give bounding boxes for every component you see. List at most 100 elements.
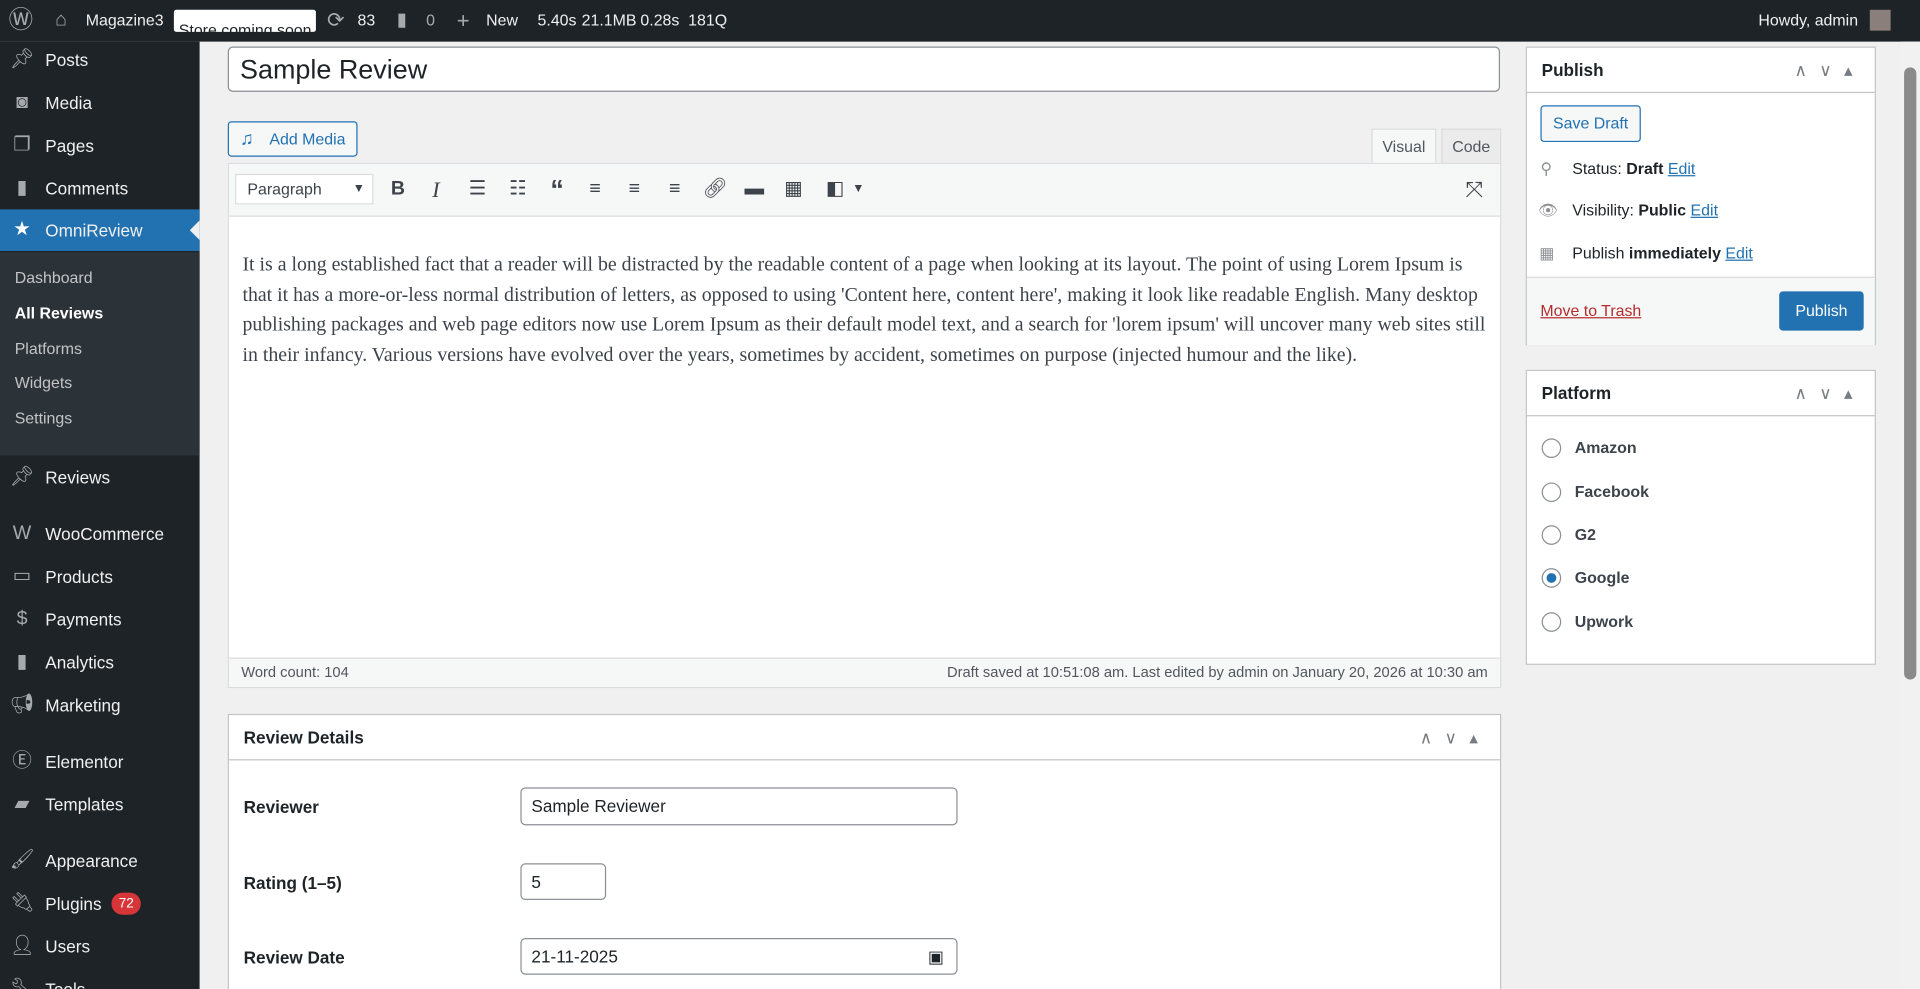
pages-icon: ❐: [13, 134, 31, 156]
perf-queries[interactable]: 181Q: [688, 0, 727, 42]
sidebar-item-products[interactable]: ▭ Products: [0, 556, 200, 598]
sidebar-item-analytics[interactable]: ▮ Analytics: [0, 642, 200, 684]
fullscreen-icon[interactable]: ⤧: [1461, 176, 1488, 203]
store-coming-soon-badge[interactable]: Store coming soon: [173, 9, 317, 39]
sidebar-item-marketing[interactable]: 📢︎ Marketing: [0, 684, 200, 726]
sidebar-item-templates[interactable]: ▰ Templates: [0, 784, 200, 826]
brush-icon: 🖌︎: [9, 849, 35, 871]
eye-icon: 👁︎: [1537, 200, 1559, 220]
megaphone-icon: 📢︎: [9, 694, 35, 716]
folder-icon: ▰: [14, 793, 30, 815]
plus-icon[interactable]: +: [457, 0, 470, 42]
comments-icon[interactable]: ▮: [397, 0, 407, 42]
reviewer-input[interactable]: Sample Reviewer: [520, 787, 958, 826]
box-controls[interactable]: ∧∨▴: [1794, 371, 1864, 415]
sidebar-item-label: Marketing: [45, 695, 121, 716]
edit-status-link[interactable]: Edit: [1668, 159, 1695, 177]
post-title-input[interactable]: [227, 46, 1501, 92]
sidebar-item-appearance[interactable]: 🖌︎ Appearance: [0, 840, 200, 882]
read-more-icon[interactable]: ▬: [741, 176, 768, 203]
updates-count[interactable]: 83: [358, 0, 376, 42]
scrollbar-thumb[interactable]: [1904, 67, 1917, 680]
review-details-box: Review Details ∧∨▴ Reviewer Sample Review…: [227, 713, 1502, 989]
submenu-item-dashboard[interactable]: Dashboard: [15, 268, 93, 286]
active-indicator-icon: [180, 220, 200, 241]
submenu-item-settings[interactable]: Settings: [15, 409, 73, 427]
align-right-icon[interactable]: ≡: [661, 176, 688, 203]
calendar-icon: ▦: [1539, 243, 1555, 263]
comments-count[interactable]: 0: [426, 0, 435, 42]
wordpress-logo-icon[interactable]: Ⓦ: [9, 0, 33, 42]
platform-radio-google[interactable]: [1541, 568, 1562, 588]
add-media-button[interactable]: ♫ Add Media: [227, 121, 358, 157]
dollar-icon: $: [16, 608, 28, 630]
submenu-item-widgets[interactable]: Widgets: [15, 373, 73, 391]
avatar[interactable]: [1869, 9, 1891, 31]
sidebar-item-plugins[interactable]: 🔌︎ Plugins 72: [0, 883, 200, 925]
status-value: Draft: [1626, 159, 1664, 178]
format-value: Paragraph: [247, 180, 322, 199]
box-controls[interactable]: ∧∨▴: [1420, 715, 1490, 759]
tab-visual[interactable]: Visual: [1371, 128, 1437, 165]
scrollbar[interactable]: [1900, 41, 1920, 989]
plugins-update-badge: 72: [111, 892, 142, 915]
link-icon[interactable]: 🔗︎: [702, 176, 729, 203]
platform-radio-g2[interactable]: [1541, 525, 1562, 545]
submenu-item-all-reviews[interactable]: All Reviews: [15, 304, 103, 322]
move-to-trash-link[interactable]: Move to Trash: [1540, 301, 1641, 319]
platform-label[interactable]: G2: [1575, 525, 1596, 543]
platform-label[interactable]: Facebook: [1575, 482, 1649, 500]
sidebar-item-posts[interactable]: 📌︎ Posts: [0, 39, 200, 81]
sidebar-item-label: Posts: [45, 50, 89, 70]
editor-toolbar: Paragraph ▼ B I ☰ ☷ “ ≡ ≡ ≡ 🔗︎ ▬ ▦ ◧ ▼ ⤧: [228, 164, 1501, 217]
review-date-input[interactable]: 21-11-2025 ▣: [520, 937, 958, 975]
platform-radio-upwork[interactable]: [1541, 612, 1562, 632]
howdy-link[interactable]: Howdy, admin: [1758, 0, 1858, 42]
editor-content[interactable]: It is a long established fact that a rea…: [242, 250, 1491, 370]
edit-visibility-link[interactable]: Edit: [1691, 201, 1718, 219]
sidebar-item-pages[interactable]: ❐ Pages: [0, 125, 200, 167]
save-draft-button[interactable]: Save Draft: [1540, 105, 1641, 143]
align-center-icon[interactable]: ≡: [621, 176, 648, 203]
rating-input[interactable]: 5: [520, 863, 607, 901]
perf-time[interactable]: 5.40s: [538, 0, 577, 42]
sidebar-item-payments[interactable]: $ Payments: [0, 599, 200, 641]
tab-code[interactable]: Code: [1441, 128, 1502, 165]
platform-box: Platform ∧∨▴ Amazon Facebook G2 Google Upwork: [1525, 369, 1876, 665]
bold-icon[interactable]: B: [384, 176, 411, 203]
perf-memory[interactable]: 21.1MB: [582, 0, 637, 42]
platform-radio-amazon[interactable]: [1541, 438, 1562, 458]
sidebar-item-woocommerce[interactable]: W WooCommerce: [0, 513, 200, 555]
submenu-item-platforms[interactable]: Platforms: [15, 339, 82, 357]
format-select[interactable]: Paragraph ▼: [235, 173, 374, 205]
toolbar-toggle-icon[interactable]: ▦: [780, 176, 807, 203]
new-link[interactable]: New: [486, 0, 518, 42]
chevron-down-icon[interactable]: ▼: [845, 176, 872, 203]
sidebar-item-omnireview[interactable]: ★ OmniReview: [0, 209, 200, 252]
perf-query-time[interactable]: 0.28s: [640, 0, 679, 42]
updates-icon[interactable]: ⟳: [327, 0, 344, 42]
italic-icon[interactable]: I: [422, 176, 449, 203]
bullet-list-icon[interactable]: ☰: [464, 176, 491, 203]
sidebar-item-users[interactable]: 👤︎ Users: [0, 926, 200, 968]
align-left-icon[interactable]: ≡: [582, 176, 609, 203]
sidebar-item-label: Plugins: [45, 893, 102, 914]
numbered-list-icon[interactable]: ☷: [504, 176, 531, 203]
sidebar-item-elementor[interactable]: Ⓔ Elementor: [0, 741, 200, 783]
publish-button[interactable]: Publish: [1779, 291, 1864, 331]
sidebar-item-tools[interactable]: 🔧︎ Tools: [0, 969, 200, 989]
box-controls[interactable]: ∧∨▴: [1794, 48, 1864, 92]
platform-label[interactable]: Google: [1575, 568, 1630, 586]
box-title: Platform: [1541, 383, 1612, 403]
sidebar-item-media[interactable]: ◙ Media: [0, 82, 200, 124]
platform-radio-facebook[interactable]: [1541, 482, 1562, 503]
sidebar-item-comments[interactable]: ▮ Comments: [0, 168, 200, 210]
blockquote-icon[interactable]: “: [544, 176, 571, 203]
platform-label[interactable]: Upwork: [1575, 612, 1633, 630]
site-name-link[interactable]: Magazine3: [86, 0, 164, 42]
sidebar-item-reviews[interactable]: 📌︎ Reviews: [0, 457, 200, 499]
platform-label[interactable]: Amazon: [1575, 438, 1637, 456]
edit-schedule-link[interactable]: Edit: [1725, 244, 1752, 262]
calendar-icon[interactable]: ▣: [928, 939, 944, 973]
home-icon[interactable]: ⌂: [55, 0, 67, 42]
